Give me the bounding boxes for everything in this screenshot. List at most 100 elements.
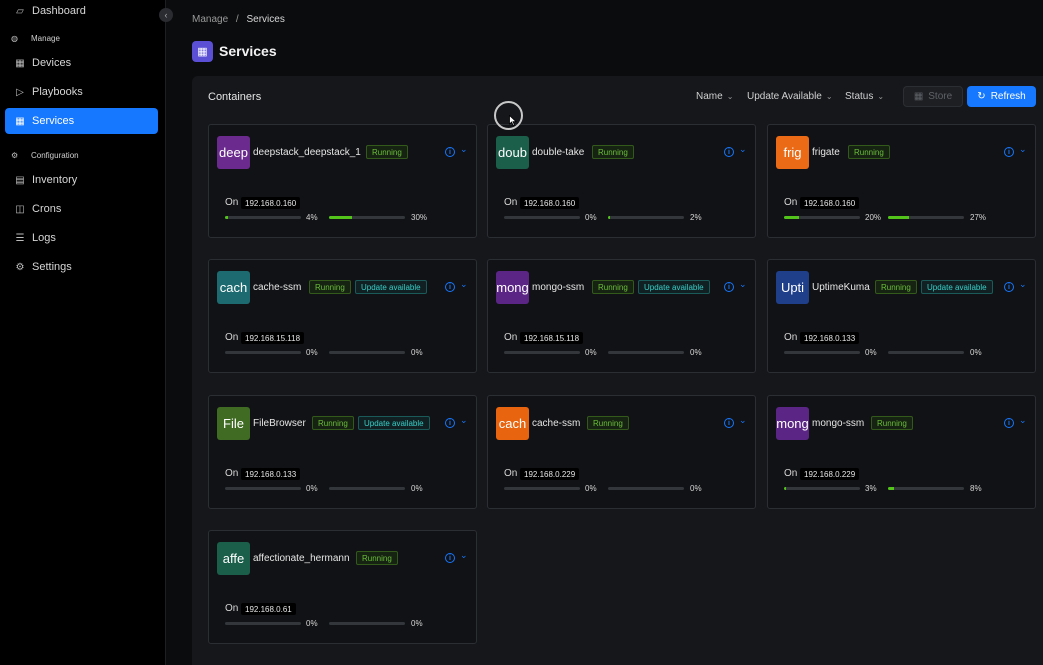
memory-progress-bar [608,487,684,490]
cpu-progress-bar [784,487,860,490]
chevron-down-icon[interactable]: ⌄ [1019,144,1029,155]
chevron-down-icon[interactable]: ⌄ [739,144,749,155]
info-icon[interactable]: i [1004,147,1014,157]
info-icon[interactable]: i [445,282,455,292]
container-card[interactable]: cach cache-ssm Running i ⌄ On 192.168.0.… [487,395,756,509]
filter-name[interactable]: Name ⌄ [696,91,733,102]
container-card[interactable]: deep deepstack_deepstack_1 Running i ⌄ O… [208,124,477,238]
memory-progress-bar [329,622,405,625]
container-avatar: cach [217,271,250,304]
breadcrumb: Manage / Services [192,14,285,25]
memory-progress-bar [888,216,964,219]
chevron-down-icon[interactable]: ⌄ [460,279,470,290]
appstore-icon: ▦ [15,115,25,127]
info-icon[interactable]: i [445,418,455,428]
on-label: On [225,468,239,479]
sidebar-item-settings[interactable]: ⚙ Settings [5,254,158,280]
container-card[interactable]: cach cache-ssm Running Update available … [208,259,477,373]
container-card[interactable]: doub double-take Running i ⌄ On 192.168.… [487,124,756,238]
memory-progress-bar [329,487,405,490]
appstore-icon: ▦ [192,41,213,62]
chevron-down-icon[interactable]: ⌄ [460,550,470,561]
store-button[interactable]: ▦ Store [903,86,963,107]
cpu-progress-bar [504,487,580,490]
chevron-down-icon[interactable]: ⌄ [739,279,749,290]
breadcrumb-current: Services [246,14,285,25]
ip-address: 192.168.0.229 [520,468,580,480]
info-icon[interactable]: i [724,147,734,157]
container-card[interactable]: frig frigate Running i ⌄ On 192.168.0.16… [767,124,1036,238]
chevron-down-icon[interactable]: ⌄ [460,415,470,426]
cpu-percent: 4% [306,213,318,222]
info-icon[interactable]: i [1004,418,1014,428]
cpu-progress-bar [504,351,580,354]
breadcrumb-parent[interactable]: Manage [192,14,228,25]
filter-label: Name [696,91,723,102]
memory-percent: 0% [411,484,423,493]
info-icon[interactable]: i [445,147,455,157]
status-badge: Running [366,145,408,159]
on-label: On [225,332,239,343]
sidebar-item-label: Crons [32,203,62,215]
sidebar-item-label: Dashboard [32,5,86,17]
status-badge: Running [871,416,913,430]
info-icon[interactable]: i [1004,282,1014,292]
cpu-progress-bar [225,622,301,625]
container-avatar: mong [776,407,809,440]
container-card[interactable]: mong mongo-ssm Running Update available … [487,259,756,373]
container-avatar: doub [496,136,529,169]
sidebar-collapse-button[interactable]: ‹ [159,8,173,22]
panel-title: Containers [208,91,262,103]
table-icon: ▦ [15,57,25,69]
container-card[interactable]: Upti UptimeKuma Running Update available… [767,259,1036,373]
info-icon[interactable]: i [445,553,455,563]
chevron-down-icon[interactable]: ⌄ [460,144,470,155]
sidebar-item-label: Devices [32,57,72,69]
container-card[interactable]: File FileBrowser Running Update availabl… [208,395,477,509]
sidebar-item-dashboard[interactable]: ▱ Dashboard [5,0,158,24]
memory-progress-bar [888,351,964,354]
sidebar-item-playbooks[interactable]: ▷ Playbooks [5,79,158,105]
chevron-down-icon[interactable]: ⌄ [1019,415,1029,426]
on-label: On [504,197,518,208]
memory-progress-fill [888,216,909,219]
cpu-percent: 0% [306,619,318,628]
container-name: deepstack_deepstack_1 [253,147,361,158]
container-name: frigate [812,147,840,158]
container-avatar: mong [496,271,529,304]
sidebar-item-services[interactable]: ▦ Services [5,108,158,134]
update-badge: Update available [921,280,993,294]
chevron-down-icon[interactable]: ⌄ [1019,279,1029,290]
chevron-down-icon[interactable]: ⌄ [739,415,749,426]
memory-percent: 2% [690,213,702,222]
cpu-progress-bar [784,216,860,219]
memory-progress-fill [608,216,610,219]
container-name: FileBrowser [253,418,306,429]
sidebar-item-crons[interactable]: ◫ Crons [5,196,158,222]
sidebar-item-inventory[interactable]: ▤ Inventory [5,167,158,193]
ip-address: 192.168.0.160 [520,197,580,209]
container-avatar: cach [496,407,529,440]
memory-percent: 0% [411,348,423,357]
cpu-percent: 0% [306,484,318,493]
ip-address: 192.168.0.133 [241,468,301,480]
info-icon[interactable]: i [724,418,734,428]
sidebar-item-logs[interactable]: ☰ Logs [5,225,158,251]
memory-percent: 0% [411,619,423,628]
container-card[interactable]: affe affectionate_hermann Running i ⌄ On… [208,530,477,644]
filter-status[interactable]: Status ⌄ [845,91,884,102]
refresh-button[interactable]: ↻ Refresh [967,86,1036,107]
settings-icon: ⚙ [11,150,19,160]
filter-update-available[interactable]: Update Available ⌄ [747,91,833,102]
sidebar-item-devices[interactable]: ▦ Devices [5,50,158,76]
container-name: mongo-ssm [812,418,865,429]
container-card[interactable]: mong mongo-ssm Running i ⌄ On 192.168.0.… [767,395,1036,509]
container-avatar: deep [217,136,250,169]
ip-address: 192.168.15.118 [241,332,305,344]
ip-address: 192.168.0.229 [800,468,860,480]
memory-percent: 0% [690,484,702,493]
cpu-progress-fill [784,216,799,219]
container-avatar: File [217,407,250,440]
info-icon[interactable]: i [724,282,734,292]
cpu-progress-fill [225,216,228,219]
